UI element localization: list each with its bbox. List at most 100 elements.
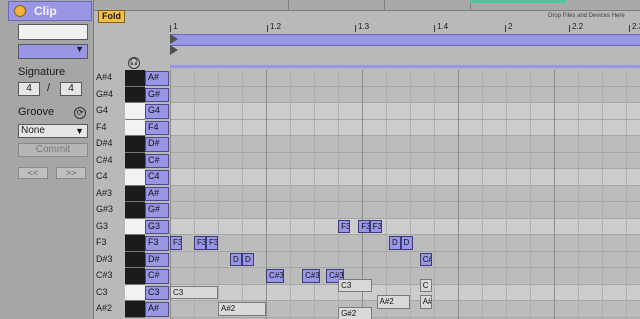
midi-note[interactable]: C3 xyxy=(170,285,219,299)
piano-key[interactable] xyxy=(125,152,145,169)
loop-brace[interactable] xyxy=(170,34,640,46)
signature-label: Signature xyxy=(18,66,66,78)
piano-key[interactable] xyxy=(125,185,145,202)
note-name: G3 xyxy=(96,220,109,231)
ruler-tick xyxy=(505,25,506,32)
grid-row[interactable] xyxy=(170,119,640,136)
key-label: F4 xyxy=(145,120,169,135)
clip-header[interactable]: Clip xyxy=(8,1,92,21)
clip-color-select[interactable]: ▼ xyxy=(18,44,88,59)
grid-line xyxy=(602,70,603,319)
groove-label: Groove xyxy=(18,106,55,118)
ruler-tick xyxy=(267,25,268,32)
piano-key[interactable] xyxy=(125,86,145,103)
note-name: D#4 xyxy=(96,138,113,148)
note-name: C4 xyxy=(96,171,108,181)
midi-note[interactable]: C3 xyxy=(338,278,372,293)
strip-divider xyxy=(384,0,385,10)
grid-row[interactable] xyxy=(170,218,640,235)
midi-note[interactable]: C#3 xyxy=(266,269,284,283)
ruler-bar-label: 1.2 xyxy=(270,22,282,31)
midi-note[interactable]: A#2 xyxy=(218,302,267,316)
note-name: A#4 xyxy=(96,72,113,82)
grid-row[interactable] xyxy=(170,268,640,285)
midi-note[interactable]: D xyxy=(230,252,243,266)
key-label: A# xyxy=(145,302,169,317)
signature-denominator[interactable]: 4 xyxy=(60,82,82,96)
piano-key[interactable] xyxy=(125,284,145,301)
grid-row[interactable] xyxy=(170,152,640,169)
grid-row[interactable] xyxy=(170,103,640,120)
midi-note[interactable]: F3 xyxy=(338,219,351,233)
groove-hotswap-icon[interactable]: ⟳ xyxy=(74,107,86,119)
grid-line xyxy=(170,70,171,319)
piano-key[interactable] xyxy=(125,301,145,318)
midi-note[interactable]: C#3 xyxy=(302,269,320,283)
midi-note[interactable]: A#2 xyxy=(376,295,411,309)
piano-key[interactable] xyxy=(125,136,145,153)
fold-button[interactable]: Fold xyxy=(98,10,125,23)
strip-divider xyxy=(288,0,289,10)
midi-note[interactable]: F3 xyxy=(369,219,382,233)
grid-line xyxy=(410,70,411,319)
key-label: D# xyxy=(145,252,169,267)
grid-line xyxy=(434,70,435,319)
ruler-bar-label: 1 xyxy=(173,22,178,31)
clip-title: Clip xyxy=(34,4,57,18)
midi-note[interactable]: D xyxy=(242,252,255,266)
clip-name-field[interactable] xyxy=(18,24,88,40)
clip-activator-icon[interactable] xyxy=(14,5,26,17)
piano-key[interactable] xyxy=(125,268,145,285)
note-grid[interactable]: F3F3F3DDC#3C#3C#3F3F3F3DDC#3C3A#2G#2C3A#… xyxy=(170,70,640,319)
key-label: G4 xyxy=(145,104,169,119)
note-name: F4 xyxy=(96,121,107,132)
midi-note[interactable]: F3 xyxy=(206,236,219,250)
grid-row[interactable] xyxy=(170,136,640,153)
note-name: F3 xyxy=(96,237,107,247)
signature-numerator[interactable]: 4 xyxy=(18,82,40,96)
nudge-forward-button[interactable]: >> xyxy=(56,167,86,179)
midi-note[interactable]: G#2 xyxy=(338,306,372,319)
note-name: C#4 xyxy=(96,154,113,165)
midi-note[interactable]: C xyxy=(419,278,432,293)
start-marker-icon[interactable] xyxy=(170,34,178,44)
grid-row[interactable] xyxy=(170,70,640,87)
piano-key[interactable] xyxy=(125,235,145,252)
grid-line xyxy=(554,70,555,319)
ruler-bar-label: 1.4 xyxy=(437,22,449,31)
midi-note[interactable]: D xyxy=(400,236,413,250)
groove-select[interactable]: None ▼ xyxy=(18,124,88,138)
midi-note[interactable]: A# xyxy=(419,295,432,309)
note-name: A#3 xyxy=(96,187,113,198)
browser-strip xyxy=(94,0,640,11)
grid-row[interactable] xyxy=(170,185,640,202)
key-label: G# xyxy=(145,87,169,102)
headphones-icon[interactable]: 🎧 xyxy=(128,57,140,69)
grid-line xyxy=(458,70,459,319)
piano-key[interactable] xyxy=(125,251,145,268)
piano-key[interactable] xyxy=(125,169,145,186)
midi-note[interactable]: F3 xyxy=(194,236,206,250)
nudge-back-button[interactable]: << xyxy=(18,167,48,179)
signature-separator: / xyxy=(47,82,51,94)
piano-key[interactable] xyxy=(125,218,145,235)
midi-note[interactable]: D xyxy=(388,236,401,250)
chevron-down-icon: ▼ xyxy=(75,126,84,136)
piano-key[interactable] xyxy=(125,70,145,87)
midi-note[interactable]: F3 xyxy=(358,219,371,233)
strip-highlight xyxy=(470,0,566,3)
midi-note[interactable]: F3 xyxy=(170,236,182,250)
ruler-tick xyxy=(629,25,630,32)
grid-row[interactable] xyxy=(170,202,640,219)
piano-key[interactable] xyxy=(125,103,145,120)
end-marker-icon[interactable] xyxy=(170,45,178,55)
piano-key[interactable] xyxy=(125,119,145,136)
grid-row[interactable] xyxy=(170,86,640,103)
piano-key[interactable] xyxy=(125,202,145,219)
grid-line xyxy=(578,70,579,319)
commit-button[interactable]: Commit xyxy=(18,143,88,157)
note-name: G4 xyxy=(96,105,109,115)
grid-row[interactable] xyxy=(170,169,640,186)
midi-note[interactable]: C#3 xyxy=(419,252,432,266)
key-label: D# xyxy=(145,137,169,152)
